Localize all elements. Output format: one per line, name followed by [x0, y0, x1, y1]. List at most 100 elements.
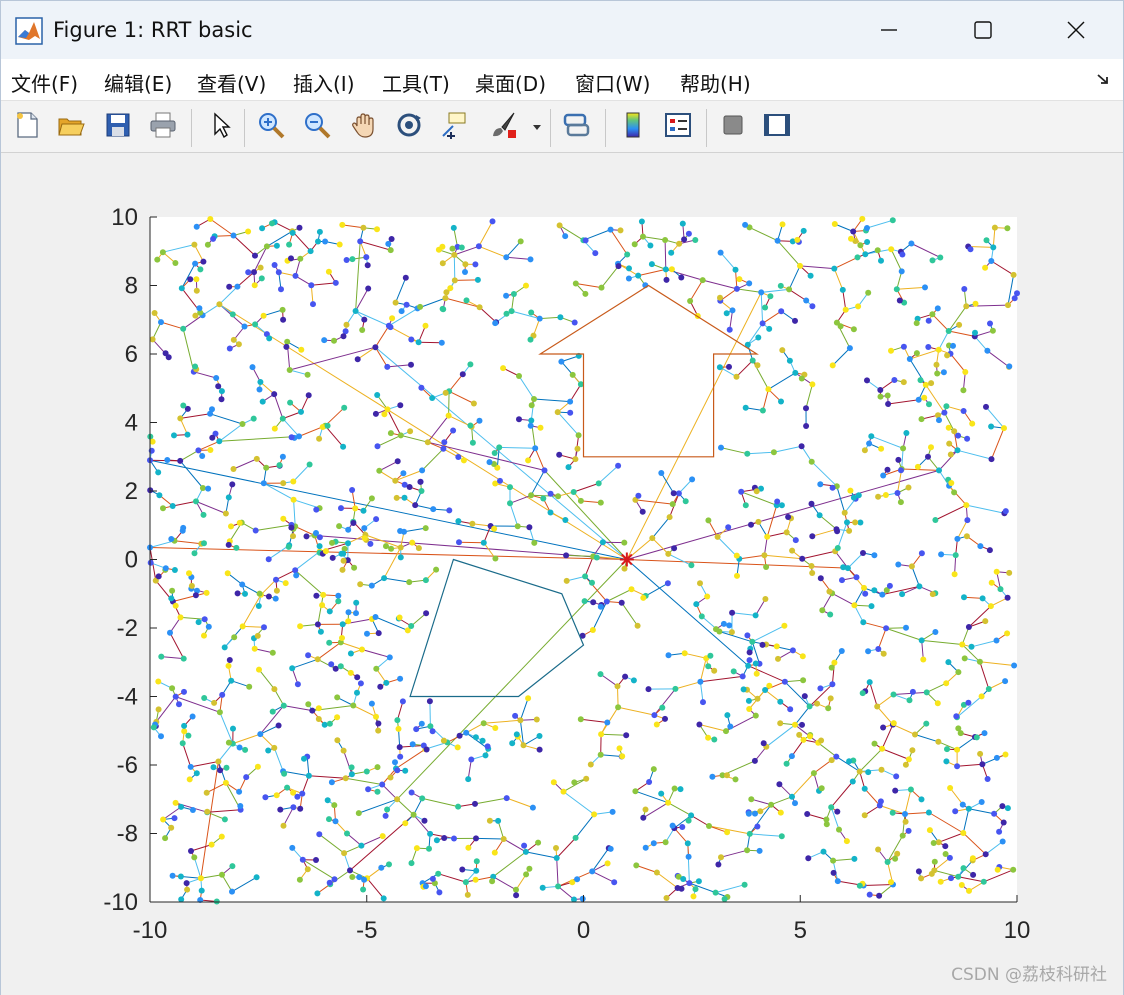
tree-node [839, 577, 845, 584]
zoom-in-button[interactable] [253, 109, 289, 145]
show-plot-tools-button[interactable] [759, 109, 795, 145]
tree-node [993, 568, 1000, 575]
hide-plot-tools-button[interactable] [715, 109, 751, 145]
tree-node [868, 603, 875, 610]
tree-node [280, 316, 287, 323]
tree-node [797, 262, 803, 269]
tree-node [279, 415, 286, 422]
menu-file[interactable]: 文件(F) [11, 68, 78, 97]
tree-node [866, 891, 873, 898]
tree-node [834, 528, 841, 535]
tree-node [213, 375, 220, 381]
tree-node [397, 544, 404, 551]
tree-node [290, 533, 296, 540]
print-button[interactable] [145, 109, 181, 145]
tree-node [344, 830, 350, 837]
menu-edit[interactable]: 编辑(E) [104, 68, 172, 97]
tree-node [994, 866, 1001, 873]
tree-node [842, 306, 849, 313]
tree-node [628, 586, 635, 593]
tree-node [798, 375, 805, 382]
tree-node [347, 867, 353, 874]
tree-node [316, 228, 323, 235]
colorbar-button[interactable] [615, 109, 651, 145]
tree-node [728, 629, 735, 636]
menu-help[interactable]: 帮助(H) [680, 68, 751, 97]
legend-button[interactable] [660, 109, 696, 145]
tree-node [982, 264, 989, 271]
tree-node [804, 811, 811, 817]
tree-node [649, 535, 656, 542]
title-bar[interactable]: Figure 1: RRT basic [1, 1, 1123, 59]
tree-node [475, 243, 482, 250]
tree-node [407, 428, 414, 435]
tree-node [1006, 363, 1013, 370]
data-cursor-button[interactable] [436, 109, 472, 145]
tree-node [717, 294, 723, 301]
pan-button[interactable] [346, 109, 382, 145]
maximize-button[interactable] [936, 1, 1030, 59]
tree-node [982, 618, 989, 625]
tree-node [956, 321, 963, 328]
tree-node [309, 707, 316, 714]
zoom-out-button[interactable] [299, 109, 335, 145]
tree-node [396, 744, 403, 751]
minimize-button[interactable] [842, 1, 936, 59]
tree-node [326, 720, 333, 727]
tree-node [297, 255, 304, 262]
menu-desktop[interactable]: 桌面(D) [475, 68, 546, 97]
tree-node [242, 590, 248, 597]
tree-node [275, 722, 282, 729]
tree-node [658, 470, 665, 476]
tree-node [705, 734, 712, 741]
tree-node [645, 686, 652, 693]
tree-node [697, 580, 703, 587]
menu-tools[interactable]: 工具(T) [382, 68, 450, 97]
tree-node [531, 539, 538, 546]
edit-pointer-button[interactable] [202, 109, 238, 145]
zoom-out-icon [302, 110, 332, 144]
tree-node [160, 505, 166, 512]
close-button[interactable] [1029, 1, 1123, 59]
tree-node [762, 304, 769, 311]
tree-node [903, 430, 910, 436]
tree-edge [458, 541, 484, 544]
tree-node [299, 856, 306, 863]
tree-node [582, 290, 589, 297]
figure-canvas[interactable]: -10 -5 0 5 10 -10 -8 -6 -4 -2 0 2 4 6 8 10 CSDN @荔枝科研社 [1, 153, 1123, 995]
menu-insert[interactable]: 插入(I) [293, 68, 355, 97]
tree-node [187, 276, 194, 283]
tree-node [440, 737, 447, 744]
tree-node [689, 476, 696, 483]
tree-node [293, 572, 300, 579]
rotate-3d-button[interactable] [391, 109, 427, 145]
menu-view[interactable]: 查看(V) [197, 68, 266, 97]
tree-node [805, 855, 812, 862]
tree-node [866, 679, 873, 686]
tree-node [721, 896, 728, 902]
tree-node [562, 233, 569, 240]
rrt-plot[interactable]: -10 -5 0 5 10 -10 -8 -6 -4 -2 0 2 4 6 8 10 [1, 153, 1123, 995]
tree-node [1011, 295, 1018, 302]
tree-node [455, 803, 462, 810]
tree-node [436, 889, 443, 896]
dock-figure-icon[interactable] [1095, 71, 1111, 87]
open-file-button[interactable] [53, 109, 89, 145]
hide-plot-tools-icon [718, 110, 748, 144]
save-button[interactable] [100, 109, 136, 145]
tree-node [463, 297, 470, 304]
new-figure-button[interactable] [9, 109, 45, 145]
link-plot-button[interactable] [558, 109, 594, 145]
brush-button[interactable] [485, 109, 521, 145]
tree-node [243, 774, 250, 781]
tree-node [943, 680, 950, 687]
tree-node [536, 746, 543, 753]
tree-node [723, 728, 729, 735]
y-tick-label: 2 [125, 478, 138, 505]
menu-window[interactable]: 窗口(W) [575, 68, 650, 97]
tree-node [435, 870, 442, 877]
tree-node [895, 561, 902, 568]
brush-dropdown-button[interactable] [529, 109, 545, 145]
tree-node [930, 840, 937, 846]
tree-node [526, 524, 533, 531]
